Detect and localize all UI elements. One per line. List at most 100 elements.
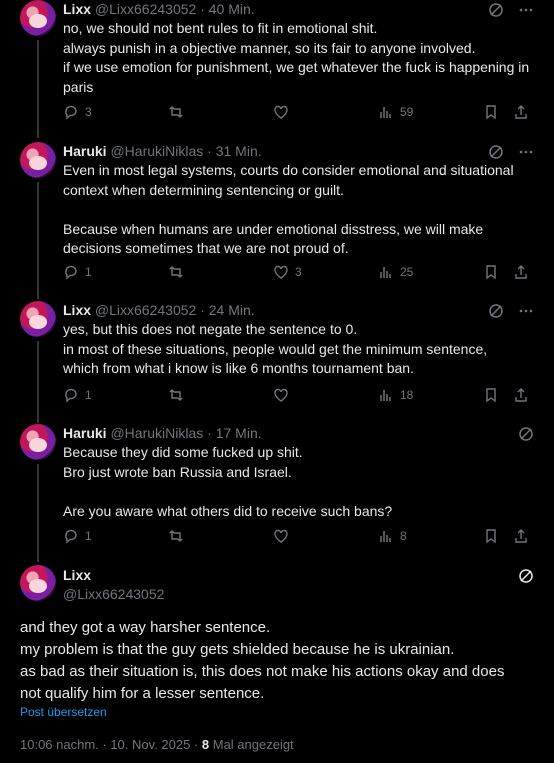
author-name[interactable]: Lixx [63,302,91,318]
share-icon [515,265,527,279]
translate-link[interactable]: Post übersetzen [20,705,107,719]
like-button[interactable] [273,104,313,120]
text-line: decisions sometimes that we are not prou… [63,240,349,256]
views-button[interactable]: 59 [378,104,418,120]
text-line: if we use emotion for punishment, we get… [63,59,530,75]
share-icon [515,105,527,119]
reply-button[interactable]: 3 [63,104,103,120]
reply-button[interactable]: 1 [63,528,103,544]
tweet-text: no, we should not bent rules to fit in e… [63,19,533,97]
grok-icon[interactable] [518,568,534,589]
tweet-header: Lixx @Lixx66243052 · 40 Min. [63,1,255,17]
text-line: Because when humans are under emotional … [63,220,484,237]
like-button[interactable]: 3 [273,264,313,280]
main-author-handle[interactable]: @Lixx66243052 [63,586,164,602]
author-handle[interactable]: @HarukiNiklas [110,425,203,441]
thread-line [37,40,39,138]
avatar[interactable] [20,0,56,36]
text-line: and they got a way harsher sentence. [20,619,271,636]
text-line: Even in most legal systems, courts do co… [63,162,514,178]
like-button[interactable] [273,528,313,544]
text-line [63,482,533,502]
text-line: which from what i know is like 6 months … [63,360,414,376]
post-time[interactable]: · 17 Min. [207,425,261,441]
post-time[interactable]: · 40 Min. [200,1,254,17]
share-button[interactable] [513,104,529,120]
reply-count: 1 [85,265,92,279]
action-bar: 1 3 25 [63,264,529,280]
main-top-actions [518,568,534,589]
bookmark-icon [486,529,496,544]
author-handle[interactable]: @HarukiNiklas [110,143,203,159]
text-line: not qualify him for a lesser sentence. [20,685,265,702]
author-handle[interactable]: @Lixx66243052 [95,302,196,318]
tweet-text: yes, but this does not negate the senten… [63,320,533,379]
reply-icon [65,529,77,544]
retweet-icon [169,106,183,118]
bookmark-icon [486,105,496,120]
views-button[interactable]: 25 [378,264,418,280]
post-time[interactable]: · 24 Min. [200,302,254,318]
author-name[interactable]: Haruki [63,425,107,441]
main-avatar[interactable] [20,565,56,601]
post-time[interactable]: · 31 Min. [207,143,261,159]
bookmark-icon [486,265,496,280]
avatar[interactable] [20,142,56,178]
bookmark-button[interactable] [483,104,499,120]
retweet-button[interactable] [168,528,208,544]
retweet-icon [169,530,183,542]
text-line: Bro just wrote ban Russia and Israel. [63,463,292,480]
views-count: 59 [400,105,414,119]
views-icon [380,531,391,542]
views-button[interactable]: 8 [378,528,418,544]
views-button[interactable]: 18 [378,387,418,403]
text-line: Are you aware what others did to receive… [63,502,393,519]
avatar[interactable] [20,424,56,460]
tweet-text: Even in most legal systems, courts do co… [63,161,533,259]
text-line: my problem is that the guy gets shielded… [20,641,455,658]
text-line: paris [63,78,94,95]
like-icon [274,529,288,543]
tweet-header: Lixx @Lixx66243052 · 24 Min. [63,302,255,318]
bookmark-button[interactable] [483,264,499,280]
reply-button[interactable]: 1 [63,387,103,403]
author-name[interactable]: Haruki [63,143,107,159]
retweet-button[interactable] [168,104,208,120]
action-bar: 1 8 [63,528,529,544]
share-button[interactable] [513,387,529,403]
text-line: in most of these situations, people woul… [63,340,488,357]
reply-count: 1 [85,388,92,402]
tweet-text: Because they did some fucked up shit. Br… [63,443,533,521]
bookmark-button[interactable] [483,528,499,544]
like-count: 3 [295,265,302,279]
text-line: Because they did some fucked up shit. [63,444,303,460]
avatar[interactable] [20,301,56,337]
reply-button[interactable]: 1 [63,264,103,280]
retweet-icon [169,266,183,278]
thread-line [37,341,39,423]
main-author-name[interactable]: Lixx [63,567,91,583]
author-name[interactable]: Lixx [63,1,91,17]
thread-line [37,182,39,299]
bookmark-button[interactable] [483,387,499,403]
text-line: context when determining sentencing or g… [63,181,344,198]
like-icon [274,105,288,119]
author-handle[interactable]: @Lixx66243052 [95,1,196,17]
retweet-button[interactable] [168,264,208,280]
share-icon [515,529,527,543]
bookmark-icon [486,388,496,403]
share-button[interactable] [513,264,529,280]
views-icon [380,390,391,401]
views-count: 18 [400,388,414,402]
tweet-header: Haruki @HarukiNiklas · 17 Min. [63,425,262,441]
post-timestamp[interactable]: 10:06 nachm. · 10. Nov. 2025 · [20,737,198,752]
views-icon [380,107,391,118]
like-button[interactable] [273,387,313,403]
views-count: 8 [201,737,210,752]
thread-line [37,464,39,562]
retweet-button[interactable] [168,387,208,403]
share-button[interactable] [513,528,529,544]
reply-count: 3 [85,105,92,119]
reply-icon [65,388,77,403]
reply-icon [65,265,77,280]
